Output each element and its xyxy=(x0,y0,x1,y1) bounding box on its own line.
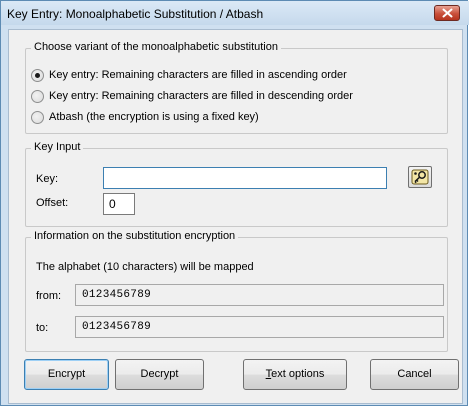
radio-ascending-label: Key entry: Remaining characters are fill… xyxy=(49,69,347,81)
key-wizard-button[interactable] xyxy=(408,166,432,188)
key-input[interactable] xyxy=(103,167,387,189)
info-groupbox: Information on the substitution encrypti… xyxy=(25,230,448,352)
from-alphabet-field: 0123456789 xyxy=(75,284,444,306)
key-input-group-label: Key Input xyxy=(31,141,84,153)
window-title: Key Entry: Monoalphabetic Substitution /… xyxy=(7,7,264,21)
title-bar[interactable]: Key Entry: Monoalphabetic Substitution /… xyxy=(1,1,469,25)
key-wizard-icon xyxy=(411,169,429,185)
radio-atbash-button[interactable] xyxy=(31,111,44,124)
alphabet-description: The alphabet (10 characters) will be map… xyxy=(36,261,254,273)
key-input-groupbox: Key Input Key: Offset: xyxy=(25,141,448,227)
close-button[interactable] xyxy=(434,5,460,21)
text-options-button[interactable]: Text options xyxy=(243,359,347,390)
to-label: to: xyxy=(36,322,49,334)
radio-descending-button[interactable] xyxy=(31,90,44,103)
key-label: Key: xyxy=(36,173,59,185)
offset-input[interactable] xyxy=(103,193,135,215)
text-options-label: ext options xyxy=(271,368,325,380)
cancel-button[interactable]: Cancel xyxy=(370,359,459,390)
radio-descending-label: Key entry: Remaining characters are fill… xyxy=(49,90,353,102)
dialog-body: Choose variant of the monoalphabetic sub… xyxy=(8,29,463,404)
offset-label: Offset: xyxy=(36,197,69,209)
to-alphabet-field: 0123456789 xyxy=(75,316,444,338)
radio-ascending-button[interactable] xyxy=(31,69,44,82)
dialog-window: Key Entry: Monoalphabetic Substitution /… xyxy=(0,0,469,406)
decrypt-button[interactable]: Decrypt xyxy=(115,359,204,390)
info-group-label: Information on the substitution encrypti… xyxy=(31,230,239,242)
encrypt-button[interactable]: Encrypt xyxy=(24,359,109,390)
variant-group-label: Choose variant of the monoalphabetic sub… xyxy=(31,41,281,53)
variant-groupbox: Choose variant of the monoalphabetic sub… xyxy=(25,41,448,134)
from-label: from: xyxy=(36,290,62,302)
radio-atbash-label: Atbash (the encryption is using a fixed … xyxy=(49,111,259,123)
close-icon xyxy=(442,8,453,18)
